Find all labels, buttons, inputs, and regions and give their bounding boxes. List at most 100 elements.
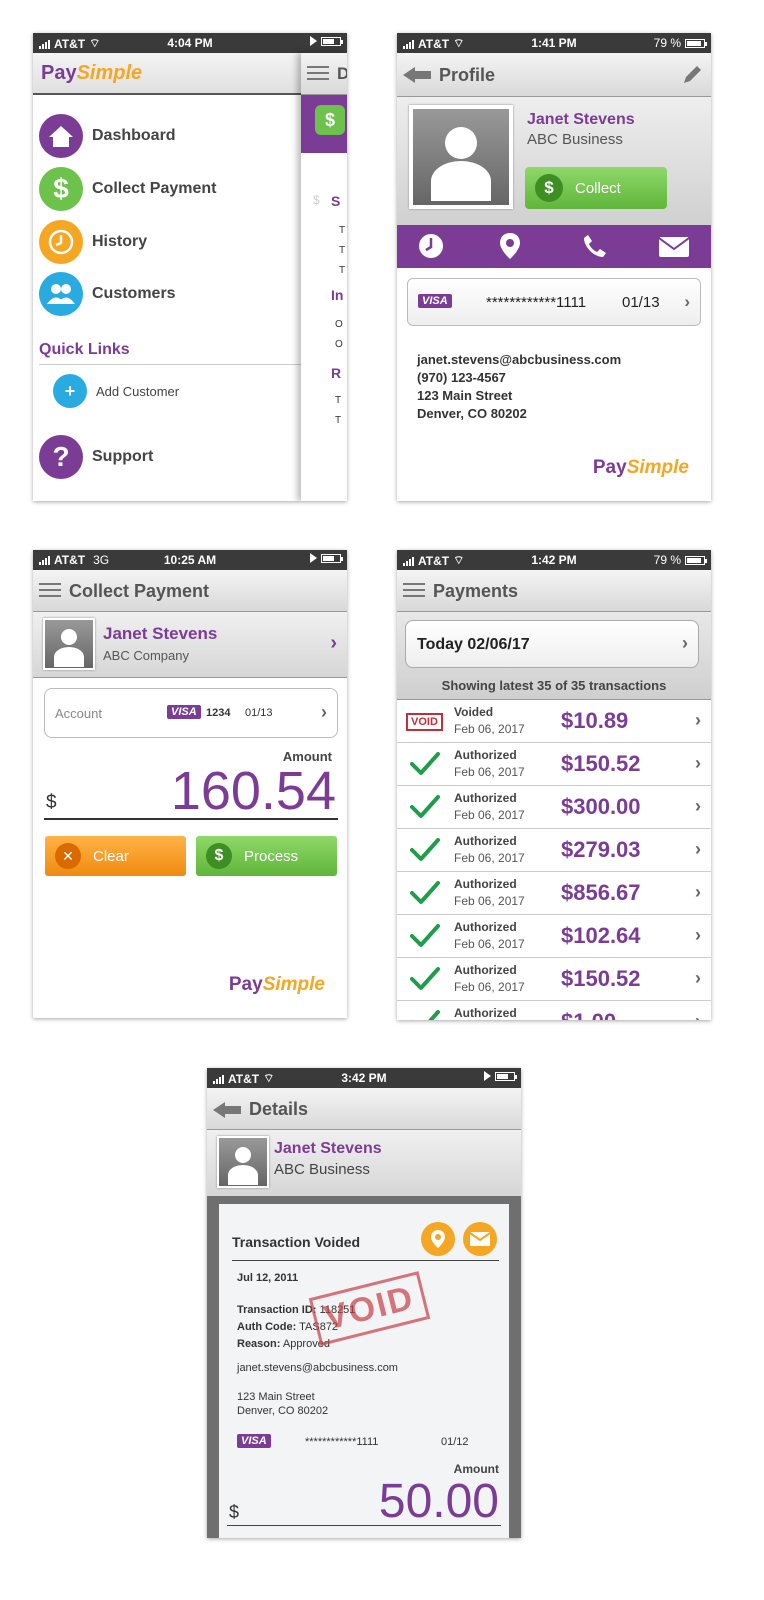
menu-item-history[interactable]: History: [39, 219, 294, 265]
divider: [232, 1260, 499, 1261]
chevron-right-icon: ›: [695, 753, 701, 773]
transaction-row[interactable]: Authorized Feb 06, 2017 $279.03 ›: [397, 829, 711, 872]
add-person-icon: +: [53, 374, 87, 408]
action-bar: [397, 225, 711, 268]
showing-count: Showing latest 35 of 35 transactions: [441, 678, 667, 693]
chevron-right-icon: ›: [695, 710, 701, 730]
transaction-row[interactable]: Authorized Feb 06, 2017 $150.52 ›: [397, 743, 711, 786]
contact-info: janet.stevens@abcbusiness.com (970) 123-…: [417, 351, 621, 423]
date-selector[interactable]: Today 02/06/17 ›: [405, 620, 699, 668]
details-screen: AT&T ⌔ 3:42 PM Details Janet Stevens ABC …: [207, 1068, 521, 1538]
account-selector[interactable]: Account VISA 1234 01/13 ›: [44, 688, 338, 738]
edit-pencil-icon[interactable]: [681, 64, 703, 86]
mail-icon[interactable]: [463, 1222, 497, 1256]
amount-value: 160.54: [170, 761, 336, 821]
page-title: Payments: [433, 581, 519, 601]
dollar-icon: $: [535, 174, 563, 202]
transaction-amount: $150.52: [561, 966, 641, 991]
menu-screen: AT&T ⌔ 4:04 PM PaySimple Dashboard $ Coll…: [33, 33, 347, 501]
dollar-icon: $: [39, 167, 83, 211]
close-icon: ✕: [55, 843, 81, 869]
email: janet.stevens@abcbusiness.com: [237, 1362, 398, 1374]
menu-item-customers[interactable]: Customers: [39, 271, 294, 317]
play-icon: [310, 36, 317, 46]
menu-label: Dashboard: [92, 127, 176, 144]
checkmark-icon: [409, 794, 441, 825]
back-arrow-icon[interactable]: [403, 65, 431, 85]
checkmark-icon: [409, 966, 441, 997]
location-pin-icon[interactable]: [421, 1222, 455, 1256]
void-badge: VOID: [406, 713, 443, 731]
currency-symbol: $: [46, 792, 57, 813]
quick-link-add-customer[interactable]: + Add Customer: [53, 373, 293, 409]
chevron-right-icon: ›: [321, 702, 327, 722]
chevron-right-icon: ›: [695, 1011, 701, 1020]
page-title: Details: [249, 1099, 309, 1119]
transaction-date: Feb 06, 2017: [454, 894, 525, 908]
chevron-right-icon: ›: [684, 292, 690, 311]
chevron-right-icon: ›: [695, 968, 701, 988]
transaction-row[interactable]: VOID Voided Feb 06, 2017 $10.89 ›: [397, 700, 711, 743]
transaction-row[interactable]: Authorized Feb 06, 2017 $150.52 ›: [397, 958, 711, 1001]
menu-header: PaySimple: [33, 53, 301, 95]
status-bar: AT&T ⌔ 1:41 PM 79 %: [397, 33, 711, 53]
transaction-row[interactable]: Authorized Feb 06, 2017 $856.67 ›: [397, 872, 711, 915]
phone-number[interactable]: (970) 123-4567: [417, 369, 621, 387]
transaction-amount: $10.89: [561, 708, 629, 733]
add-customer-label: Add Customer: [96, 383, 180, 399]
status-time: 4:04 PM: [167, 36, 213, 50]
transaction-amount: $856.67: [561, 880, 641, 905]
clock-icon[interactable]: [418, 233, 444, 259]
transaction-amount: $279.03: [561, 837, 641, 862]
back-arrow-icon[interactable]: [213, 1100, 241, 1120]
main-panel-peek[interactable]: D $ $ S T T T In O O R T T: [301, 53, 347, 501]
transaction-amount: $1.00: [561, 1009, 616, 1020]
amount-field[interactable]: $ 160.54: [44, 761, 338, 821]
location-pin-icon[interactable]: [499, 232, 521, 260]
customer-company: ABC Business: [527, 131, 623, 148]
transaction-row[interactable]: Authorized $1.00 ›: [397, 1001, 711, 1020]
status-bar: AT&T 3G 10:25 AM: [33, 550, 347, 570]
battery-icon: [495, 1071, 517, 1081]
process-button[interactable]: $ Process: [196, 836, 337, 876]
transaction-row[interactable]: Authorized Feb 06, 2017 $102.64 ›: [397, 915, 711, 958]
receipt-background: Transaction Voided Jul 12, 2011 Transact…: [207, 1196, 521, 1538]
hamburger-icon[interactable]: [403, 583, 425, 599]
transaction-status: Voided: [454, 705, 494, 719]
avatar: [43, 618, 95, 670]
card-last4: 1234: [206, 707, 231, 719]
email[interactable]: janet.stevens@abcbusiness.com: [417, 351, 621, 369]
transaction-row[interactable]: Authorized Feb 06, 2017 $300.00 ›: [397, 786, 711, 829]
card-expiry: 01/13: [622, 294, 660, 311]
side-menu: PaySimple Dashboard $ Collect Payment Hi…: [33, 53, 301, 501]
collect-payment-screen: AT&T 3G 10:25 AM Collect Payment Janet St…: [33, 550, 347, 1018]
customer-row[interactable]: Janet Stevens ABC Company ›: [33, 612, 347, 678]
clear-button[interactable]: ✕ Clear: [45, 836, 186, 876]
chevron-right-icon: ›: [682, 633, 688, 653]
collect-button[interactable]: $ Collect: [525, 167, 667, 209]
profile-screen: AT&T ⌔ 1:41 PM 79 % Profile Janet Stevens…: [397, 33, 711, 501]
checkmark-icon: [409, 1009, 441, 1020]
receipt-date: Jul 12, 2011: [237, 1272, 299, 1284]
paysimple-logo: PaySimple: [228, 974, 325, 995]
chevron-right-icon: ›: [695, 925, 701, 945]
menu-item-dashboard[interactable]: Dashboard: [39, 113, 294, 159]
status-bar: AT&T ⌔ 4:04 PM: [33, 33, 347, 53]
visa-logo: VISA: [237, 1434, 271, 1448]
chevron-right-icon: ›: [695, 796, 701, 816]
visa-logo: VISA: [418, 294, 452, 308]
menu-item-collect-payment[interactable]: $ Collect Payment: [39, 166, 294, 212]
city: Denver, CO 80202: [417, 406, 527, 421]
mail-icon[interactable]: [659, 237, 689, 257]
customer-row: Janet Stevens ABC Business: [207, 1130, 521, 1196]
avatar: [217, 1136, 269, 1188]
card-row[interactable]: VISA ************1111 01/13 ›: [407, 278, 701, 326]
phone-icon[interactable]: [582, 233, 608, 259]
menu-item-support[interactable]: ? Support: [39, 434, 294, 480]
checkmark-icon: [409, 880, 441, 911]
hamburger-icon[interactable]: [307, 66, 329, 82]
customer-name: Janet Stevens: [527, 111, 635, 128]
dollar-icon: $: [315, 105, 345, 135]
hamburger-icon[interactable]: [39, 583, 61, 599]
transaction-amount: $300.00: [561, 794, 641, 819]
